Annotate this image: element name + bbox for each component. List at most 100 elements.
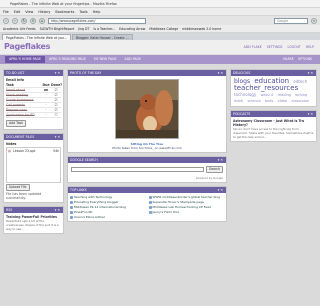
flake-controls-icon[interactable]: ▾✕ [218, 157, 224, 163]
tag[interactable]: technology [234, 92, 256, 97]
link-label: Supersite Honor's Stampede page [152, 200, 204, 204]
address-bar[interactable]: http://www.pageflakes.com/ [48, 17, 146, 24]
link-item[interactable]: WWW middlesexborder's global teacher blo… [148, 195, 225, 199]
search-icon[interactable]: ⌕ [311, 17, 317, 24]
squirrel-photo[interactable] [115, 79, 179, 139]
flake-title[interactable]: TOP LINKS ▾✕ [68, 187, 226, 193]
menu-tools[interactable]: Tools [79, 10, 87, 14]
flake-title[interactable]: GOOGLE SEARCH ▾✕ [68, 157, 226, 163]
link-item[interactable]: Pine2Fun PK [70, 210, 146, 214]
flake-controls-icon[interactable]: ▾✕ [55, 70, 61, 76]
add-task-button[interactable]: Add Task [6, 120, 27, 127]
browser-search-input[interactable]: Google [274, 17, 308, 24]
feed-headline[interactable]: Astronomy Classroom - Just What is Tru H… [233, 119, 314, 127]
done-checkbox[interactable]: ☐ [51, 113, 61, 117]
flake-title[interactable]: RSS ▾✕ [4, 207, 63, 213]
menu-file[interactable]: File [3, 10, 9, 14]
tab-add-page[interactable]: ADD PAGE [121, 56, 145, 63]
flake-controls-icon[interactable]: ▾✕ [218, 187, 224, 193]
tags-title: DELICIOUS [233, 71, 251, 75]
tag[interactable]: writing [295, 93, 307, 97]
done-checkbox[interactable]: ☑ [51, 103, 61, 107]
menu-view[interactable]: View [25, 10, 33, 14]
tab-aprils-reading-page[interactable]: APRIL'S READING PAGE [45, 56, 90, 63]
settings-link[interactable]: SETTINGS [267, 45, 283, 49]
google-search-button[interactable]: Search [206, 166, 223, 173]
flake-title[interactable]: PODCASTS ▾✕ [231, 111, 316, 117]
link-item[interactable]: Teaching with Technology [70, 195, 146, 199]
done-checkbox[interactable]: ☑ [51, 108, 61, 112]
flake-title[interactable]: DELICIOUS ▾✕ [231, 70, 316, 76]
link-item[interactable]: Arson's Ezine Artikel [70, 215, 146, 219]
done-checkbox[interactable]: ☑ [51, 98, 61, 102]
google-search-input[interactable] [71, 167, 205, 172]
window-titlebar: Pageflakes - The infinite Web at your fi… [0, 0, 320, 8]
link-icon [148, 195, 152, 199]
flake-title[interactable]: DOCUMENT FILES ▾✕ [4, 134, 63, 140]
bookmark-item[interactable]: middlesexweb 2.0 home [181, 27, 222, 31]
options-link[interactable]: OPTIONS [298, 55, 312, 64]
bookmark-item[interactable]: Jing DT [77, 27, 90, 31]
browser-tab-strip: PageFlakes - The infinite Web at you... … [0, 33, 320, 40]
flake-title[interactable]: PHOTO OF THE DAY ▾✕ [68, 70, 226, 76]
reload-icon[interactable]: ↻ [21, 17, 27, 24]
file-name[interactable]: Lesson 23.ppt [13, 149, 35, 181]
tag[interactable]: classroom [291, 99, 309, 103]
tag[interactable]: reading [278, 93, 291, 97]
link-item[interactable]: Supersite Honor's Stampede page [148, 200, 225, 204]
menu-edit[interactable]: Edit [14, 10, 21, 14]
tag[interactable]: science [247, 99, 260, 103]
flake-title[interactable]: TO-DO LIST ▾✕ [4, 70, 63, 76]
link-icon [148, 205, 152, 209]
logout-link[interactable]: LOGOUT [287, 45, 300, 49]
link-item[interactable]: Jenny's Flickr Pics [148, 210, 225, 214]
home-icon[interactable]: ⌂ [39, 17, 45, 24]
flake-controls-icon[interactable]: ▾✕ [308, 111, 314, 117]
bookmarks-toolbar: Academic Life Feeds SLEWTH BrightReport … [0, 25, 320, 33]
table-row[interactable]: Application for PD · ☐ [6, 113, 61, 118]
flake-controls-icon[interactable]: ▾✕ [308, 70, 314, 76]
flake-controls-icon[interactable]: ▾✕ [55, 134, 61, 140]
share-link[interactable]: SHARE [283, 55, 294, 64]
tab-aprils-home-page[interactable]: APRIL'S HOME PAGE [5, 56, 45, 63]
todo-title: TO-DO LIST [6, 71, 25, 75]
due-date: · [45, 108, 47, 112]
window-title: Pageflakes - The infinite Web at your fi… [10, 2, 117, 6]
help-link[interactable]: HELP [306, 45, 314, 49]
due-date: · [45, 88, 47, 92]
rss-text: PowerPoint sips a bit of the creativenes… [6, 219, 59, 231]
pageflakes-logo[interactable]: Pageflakes [4, 42, 50, 51]
link-item[interactable]: Middlesex Pk-12 international blog [70, 205, 146, 209]
done-checkbox[interactable]: ☑ [51, 93, 61, 97]
tag[interactable]: teacher_resources [234, 84, 298, 92]
tag[interactable]: video [278, 99, 288, 103]
link-item[interactable]: Educating Everything blogger [70, 200, 146, 204]
menu-help[interactable]: Help [93, 10, 101, 14]
tag[interactable]: math [234, 99, 243, 103]
done-checkbox[interactable]: ☑ [51, 88, 61, 92]
bookmark-item[interactable]: Is a Teacher... [92, 27, 116, 31]
upload-file-button[interactable]: Upload File [6, 184, 30, 191]
left-column: TO-DO LIST ▾✕ Email Info Task Due on Done… [3, 69, 64, 237]
flake-controls-icon[interactable]: ▾✕ [218, 70, 224, 76]
link-label: Educating Everything blogger [74, 200, 119, 204]
menu-history[interactable]: History [38, 10, 50, 14]
stop-icon[interactable]: × [30, 17, 36, 24]
tag[interactable]: web2.0 [261, 93, 274, 97]
flake-controls-icon[interactable]: ▾✕ [55, 207, 61, 213]
bookmark-item[interactable]: Educating Arrow [118, 27, 146, 31]
add-flake-link[interactable]: ADD FLAKE [244, 45, 262, 49]
link-icon [70, 210, 73, 214]
back-arrow-icon[interactable]: ‹ [3, 17, 9, 24]
menu-bookmarks[interactable]: Bookmarks [55, 10, 74, 14]
tag[interactable]: tools [265, 99, 273, 103]
bookmark-item[interactable]: Academic Life Feeds [2, 27, 37, 31]
forward-arrow-icon[interactable]: › [12, 17, 18, 24]
bookmark-item[interactable]: SLEWTH BrightReport [39, 27, 76, 31]
link-label: Jenny's Flickr Pics [152, 210, 179, 214]
tab-my-new-page[interactable]: MY NEW PAGE [90, 56, 121, 63]
link-label: Middlesex Lab Homeschooling CP Feed [152, 205, 211, 209]
link-item[interactable]: Middlesex Lab Homeschooling CP Feed [148, 205, 225, 209]
bookmark-item[interactable]: Middlesex College [148, 27, 179, 31]
middle-column: PHOTO OF THE DAY ▾✕ Sitting On The Tree P… [67, 69, 227, 225]
